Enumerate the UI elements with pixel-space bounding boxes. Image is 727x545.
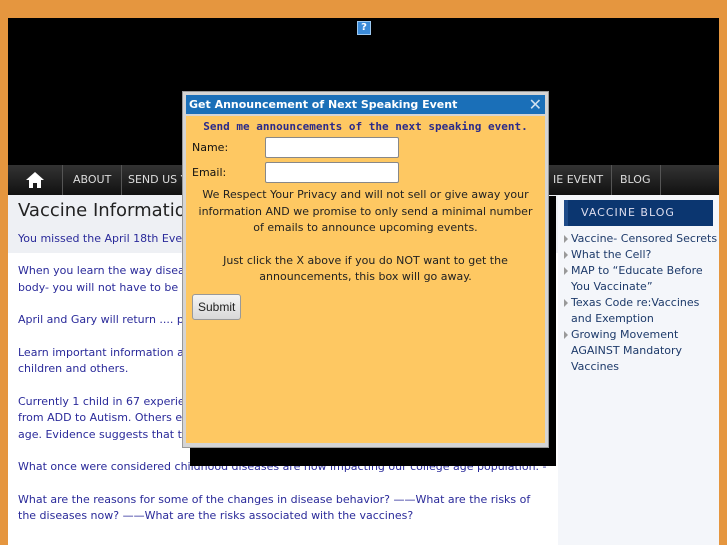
nav-event[interactable]: IE EVENT [549,165,613,195]
blog-link[interactable]: Texas Code re:Vaccines and Exemption [558,295,719,327]
nav-about[interactable]: ABOUT [63,165,123,195]
submit-button[interactable]: Submit [192,293,242,320]
dialog-title: Get Announcement of Next Speaking Event [189,98,458,111]
blog-link[interactable]: Growing Movement AGAINST Mandatory Vacci… [558,327,719,375]
close-icon[interactable]: ✕ [529,95,542,114]
blog-link[interactable]: MAP to “Educate Before You Vaccinate” [558,263,719,295]
blog-link[interactable]: What the Cell? [558,247,719,263]
dialog-shadow [190,448,556,466]
instructions-text: Just click the X above if you do NOT wan… [223,253,508,284]
name-label: Name: [192,141,229,154]
nav-blog[interactable]: BLOG [610,165,662,195]
announcement-dialog: Get Announcement of Next Speaking Event … [182,91,549,448]
home-icon [26,172,44,188]
nav-home[interactable] [8,165,63,195]
email-field[interactable] [265,162,399,183]
paragraph: What are the reasons for some of the cha… [18,492,531,523]
dialog-title-bar: Get Announcement of Next Speaking Event … [186,95,545,114]
privacy-text: We Respect Your Privacy and will not sel… [198,188,533,234]
sidebar: VACCINE BLOG Vaccine- Censored Secrets W… [558,195,719,545]
dialog-heading: Send me announcements of the next speaki… [203,120,528,133]
name-field[interactable] [265,137,399,158]
dialog-body: Send me announcements of the next speaki… [186,116,545,443]
question-icon[interactable]: ? [357,21,371,35]
blog-heading: VACCINE BLOG [564,200,713,226]
blog-link[interactable]: Vaccine- Censored Secrets [558,231,719,247]
email-label: Email: [192,166,227,179]
dialog-shadow [549,196,556,466]
